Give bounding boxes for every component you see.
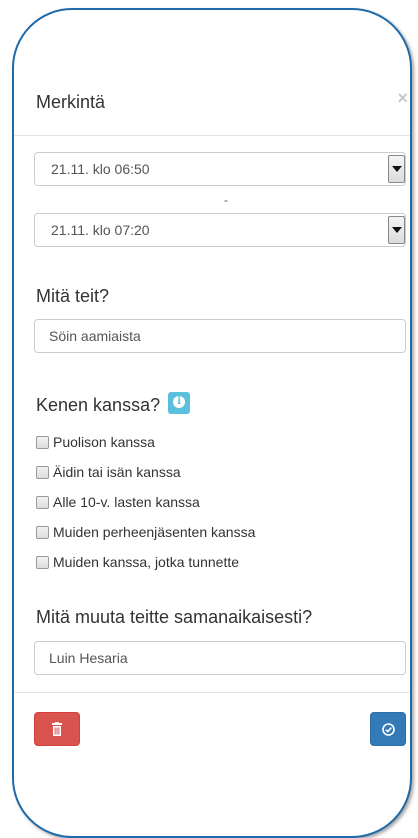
activity-heading: Mitä teit? [36,286,110,306]
confirm-button[interactable] [370,712,406,746]
end-time-value: 21.11. klo 07:20 [51,222,150,238]
modal-header: Merkintä × [14,10,410,136]
checkbox[interactable] [36,436,49,449]
phone-frame: Merkintä × 21.11. klo 06:50 - 21.11. klo… [12,8,412,838]
checkbox[interactable] [36,466,49,479]
checkbox-option[interactable]: Äidin tai isän kanssa [36,462,181,482]
simultaneous-input[interactable] [34,641,406,675]
info-icon[interactable] [168,392,191,414]
chevron-down-icon[interactable] [388,155,405,183]
delete-button[interactable] [34,712,80,746]
checkbox[interactable] [36,526,49,539]
checkbox[interactable] [36,556,49,569]
company-heading: Kenen kanssa? [36,392,191,416]
checkbox-option[interactable]: Muiden perheenjäsenten kanssa [36,522,255,542]
checkbox[interactable] [36,496,49,509]
modal-title: Merkintä [36,92,106,112]
check-circle-icon [382,723,395,736]
checkbox-label: Alle 10-v. lasten kanssa [53,494,200,510]
start-time-value: 21.11. klo 06:50 [51,161,150,177]
company-heading-text: Kenen kanssa? [36,395,161,415]
checkbox-option[interactable]: Muiden kanssa, jotka tunnette [36,552,239,572]
checkbox-label: Muiden kanssa, jotka tunnette [53,554,240,570]
checkbox-option[interactable]: Puolison kanssa [36,432,155,452]
close-icon[interactable]: × [397,88,408,109]
footer-divider [14,692,410,693]
trash-icon [52,722,62,736]
chevron-down-icon[interactable] [388,216,405,244]
checkbox-label: Puolison kanssa [53,434,155,450]
start-time-select[interactable]: 21.11. klo 06:50 [34,152,406,186]
checkbox-label: Muiden perheenjäsenten kanssa [53,524,256,540]
activity-input[interactable] [34,319,406,353]
time-range-separator: - [224,193,228,207]
checkbox-option[interactable]: Alle 10-v. lasten kanssa [36,492,200,512]
simultaneous-heading: Mitä muuta teitte samanaikaisesti? [36,607,313,627]
end-time-select[interactable]: 21.11. klo 07:20 [34,213,406,247]
checkbox-label: Äidin tai isän kanssa [53,464,181,480]
